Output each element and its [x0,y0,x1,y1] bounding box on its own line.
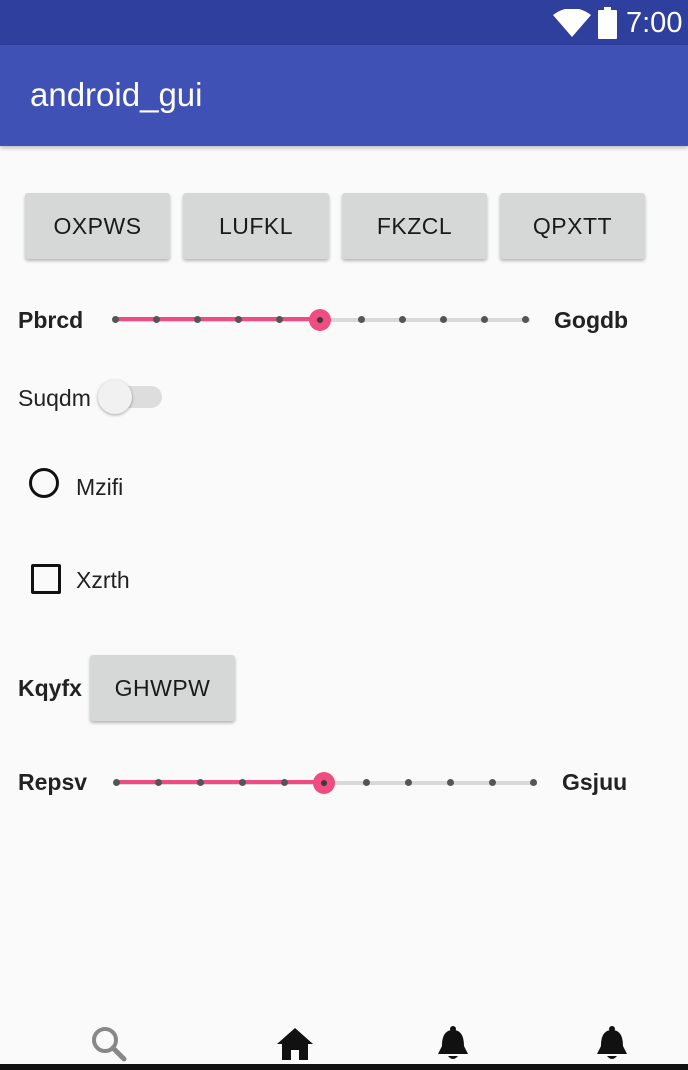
slider-fill [116,317,320,321]
status-time: 7:00 [626,7,683,39]
slider-tick [113,779,120,786]
checkbox[interactable] [31,564,61,594]
screen: 7:00 android_gui OXPWS LUFKL FKZCL QPXTT… [0,0,688,1070]
slider-tick [358,316,365,323]
button-lufkl[interactable]: LUFKL [183,193,329,259]
app-bar: android_gui [0,45,688,146]
switch-thumb[interactable] [98,380,132,414]
slider2-right-label: Gsjuu [562,769,628,795]
slider-tick [522,316,529,323]
slider-tick [481,316,488,323]
bottom-divider [0,1064,688,1070]
slider-tick [489,779,496,786]
radio-button[interactable] [29,468,59,498]
slider-tick [239,779,246,786]
slider-tick [363,779,370,786]
slider-tick [276,316,283,323]
slider-tick [447,779,454,786]
slider-pbrcd[interactable] [110,305,536,335]
button-row-label: Kqyfx [18,675,82,701]
slider-tick [405,779,412,786]
radio-label[interactable]: Mzifi [76,472,123,502]
slider-thumb[interactable] [313,772,335,794]
slider-tick [197,779,204,786]
slider-tick [235,316,242,323]
bell-icon[interactable] [433,1024,473,1064]
app-title: android_gui [30,76,203,113]
slider-tick [530,779,537,786]
slider-tick [281,779,288,786]
button-fkzcl[interactable]: FKZCL [342,193,487,259]
button-ghwpw[interactable]: GHWPW [90,655,235,721]
slider-tick [155,779,162,786]
slider2-left-label: Repsv [18,769,88,795]
button-oxpws[interactable]: OXPWS [25,193,170,259]
button-qpxtt[interactable]: QPXTT [500,193,645,259]
switch-label: Suqdm [18,385,91,411]
bell-icon[interactable] [592,1024,632,1064]
slider-repsv[interactable] [113,768,543,798]
slider-fill [119,780,325,784]
slider-tick [194,316,201,323]
slider-thumb[interactable] [309,309,331,331]
home-icon[interactable] [275,1024,315,1064]
slider1-left-label: Pbrcd [18,307,84,333]
wifi-icon [553,9,591,37]
bottom-nav [0,1010,688,1070]
search-icon[interactable] [89,1024,129,1064]
slider-tick [112,316,119,323]
slider-tick [440,316,447,323]
battery-icon [598,7,617,39]
status-bar: 7:00 [0,0,688,45]
slider-tick [399,316,406,323]
slider-tick [153,316,160,323]
checkbox-label[interactable]: Xzrth [76,565,130,595]
slider1-right-label: Gogdb [554,307,629,333]
